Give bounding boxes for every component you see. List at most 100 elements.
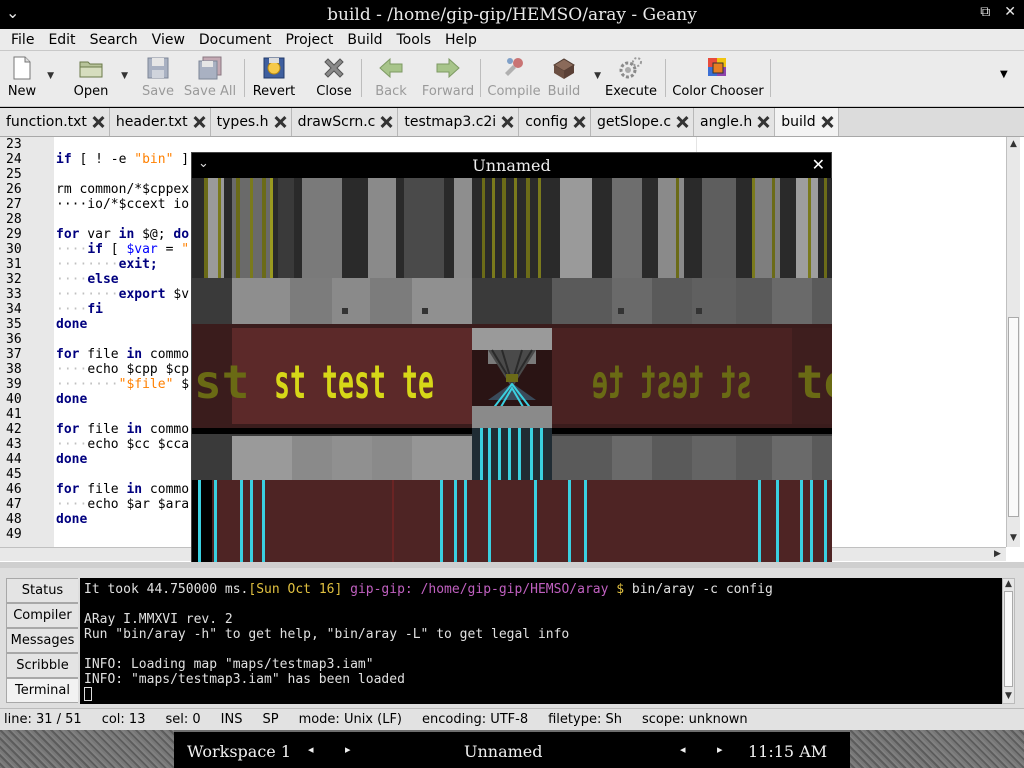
color-chooser-button[interactable]: Color Chooser xyxy=(672,51,764,105)
game-window[interactable]: ⌄ Unnamed ✕ st st test te st test te t xyxy=(191,152,832,579)
menu-search[interactable]: Search xyxy=(83,32,145,48)
line-number: 38 xyxy=(6,362,22,377)
code-line-32: ····else xyxy=(56,272,119,287)
close-icon[interactable] xyxy=(273,115,287,129)
forward-button[interactable]: Forward xyxy=(422,51,474,105)
game-render-view[interactable]: st st test te st test te te xyxy=(192,178,832,579)
tab-drawscrn-c[interactable]: drawScrn.c xyxy=(291,108,399,136)
line-number: 44 xyxy=(6,452,22,467)
tab-status[interactable]: Status xyxy=(6,578,78,603)
line-number: 23 xyxy=(6,137,22,152)
tab-angle-h[interactable]: angle.h xyxy=(694,108,776,136)
desktop-panel: Workspace 1 ◂ ▸ Unnamed ◂ ▸ 11:15 AM xyxy=(0,730,1024,768)
maximize-icon[interactable]: ⧉ xyxy=(980,4,990,20)
tab-getslope-c[interactable]: getSlope.c xyxy=(591,108,695,136)
revert-button[interactable]: Revert xyxy=(251,51,297,105)
toolbar-overflow-icon[interactable]: ▼ xyxy=(1000,51,1024,80)
terminal-line: It took 44.750000 ms.[Sun Oct 16] gip-gi… xyxy=(84,582,773,597)
tab-scribble[interactable]: Scribble xyxy=(6,653,78,678)
scroll-down-icon[interactable]: ▼ xyxy=(1010,533,1017,543)
line-number: 27 xyxy=(6,197,22,212)
save-button[interactable]: Save xyxy=(134,51,182,105)
tab-build[interactable]: build xyxy=(775,108,839,136)
close-icon[interactable] xyxy=(192,115,206,129)
line-number: 32 xyxy=(6,272,22,287)
editor-vertical-scrollbar[interactable]: ▲ ▼ xyxy=(1006,137,1020,547)
menu-file[interactable]: File xyxy=(4,32,41,48)
close-icon[interactable] xyxy=(572,115,586,129)
window-menu-icon[interactable]: ⌄ xyxy=(6,3,19,22)
menu-view[interactable]: View xyxy=(145,32,192,48)
scroll-right-icon[interactable]: ▶ xyxy=(994,549,1001,559)
scroll-up-icon[interactable]: ▲ xyxy=(1010,139,1017,149)
save-all-button[interactable]: Save All xyxy=(182,51,238,105)
chevron-down-icon[interactable]: ▼ xyxy=(594,71,601,81)
terminal-view[interactable]: It took 44.750000 ms.[Sun Oct 16] gip-gi… xyxy=(80,578,1002,704)
window-title: build - /home/gip-gip/HEMSO/aray - Geany xyxy=(327,4,697,25)
revert-icon xyxy=(263,57,285,79)
tab-config[interactable]: config xyxy=(519,108,592,136)
menu-document[interactable]: Document xyxy=(192,32,279,48)
line-number: 24 xyxy=(6,152,22,167)
new-button[interactable]: New ▼ xyxy=(2,51,54,105)
menu-project[interactable]: Project xyxy=(278,32,340,48)
menu-tools[interactable]: Tools xyxy=(390,32,439,48)
code-line-35: done xyxy=(56,317,88,332)
chevron-down-icon[interactable]: ▼ xyxy=(121,71,128,81)
close-icon[interactable] xyxy=(379,115,393,129)
tab-compiler[interactable]: Compiler xyxy=(6,603,78,628)
scroll-up-icon[interactable]: ▲ xyxy=(1005,579,1012,589)
workspace-nav-arrows[interactable]: ◂ ▸ xyxy=(308,743,365,756)
arrow-left-icon xyxy=(379,57,403,79)
execute-button[interactable]: Execute xyxy=(603,51,659,105)
code-line-34: ····fi xyxy=(56,302,103,317)
close-icon[interactable]: ✕ xyxy=(1004,4,1016,20)
palette-icon xyxy=(708,58,726,76)
chevron-down-icon[interactable]: ▼ xyxy=(47,71,54,81)
compile-icon xyxy=(505,58,523,76)
close-icon[interactable] xyxy=(820,115,834,129)
clock: 11:15 AM xyxy=(748,742,828,761)
line-number: 26 xyxy=(6,182,22,197)
tab-messages[interactable]: Messages xyxy=(6,628,78,653)
tab-terminal[interactable]: Terminal xyxy=(6,678,78,703)
code-line-24: if [ ! -e "bin" ] xyxy=(56,152,190,167)
line-number: 37 xyxy=(6,347,22,362)
menu-help[interactable]: Help xyxy=(438,32,484,48)
workspace-label[interactable]: Workspace 1 xyxy=(187,742,291,761)
close-icon[interactable] xyxy=(500,115,514,129)
tab-types-h[interactable]: types.h xyxy=(210,108,292,136)
new-file-icon xyxy=(13,56,31,80)
desktop-background xyxy=(850,730,1024,768)
game-window-titlebar[interactable]: ⌄ Unnamed ✕ xyxy=(192,153,831,178)
status-encoding: encoding: UTF-8 xyxy=(422,712,529,727)
menu-build[interactable]: Build xyxy=(340,32,389,48)
scrollbar-thumb[interactable] xyxy=(1008,317,1019,517)
line-number: 33 xyxy=(6,287,22,302)
close-icon[interactable] xyxy=(91,115,105,129)
scroll-down-icon[interactable]: ▼ xyxy=(1005,691,1012,701)
build-button[interactable]: Build ▼ xyxy=(541,51,601,105)
open-button[interactable]: Open ▼ xyxy=(66,51,128,105)
scrollbar-thumb[interactable] xyxy=(1004,591,1013,687)
code-line-46: for file in commo xyxy=(56,482,190,497)
close-icon[interactable] xyxy=(675,115,689,129)
tab-header-txt[interactable]: header.txt xyxy=(109,108,211,136)
close-icon[interactable]: ✕ xyxy=(812,155,825,174)
task-title[interactable]: Unnamed xyxy=(464,742,543,761)
tab-testmap3[interactable]: testmap3.c2i xyxy=(398,108,520,136)
toolbar-separator xyxy=(361,59,362,97)
close-icon[interactable] xyxy=(756,115,770,129)
terminal-scrollbar[interactable]: ▲ ▼ xyxy=(1002,578,1015,704)
lower-wall xyxy=(192,428,832,480)
window-menu-icon[interactable]: ⌄ xyxy=(198,156,209,171)
close-button[interactable]: Close xyxy=(313,51,355,105)
line-number: 48 xyxy=(6,512,22,527)
tab-function-txt[interactable]: function.txt xyxy=(0,108,110,136)
menu-edit[interactable]: Edit xyxy=(41,32,82,48)
back-button[interactable]: Back xyxy=(368,51,414,105)
folder-icon xyxy=(79,61,103,78)
compile-button[interactable]: Compile xyxy=(487,51,541,105)
task-nav-arrows[interactable]: ◂ ▸ xyxy=(680,743,737,756)
upper-wall xyxy=(192,278,832,324)
